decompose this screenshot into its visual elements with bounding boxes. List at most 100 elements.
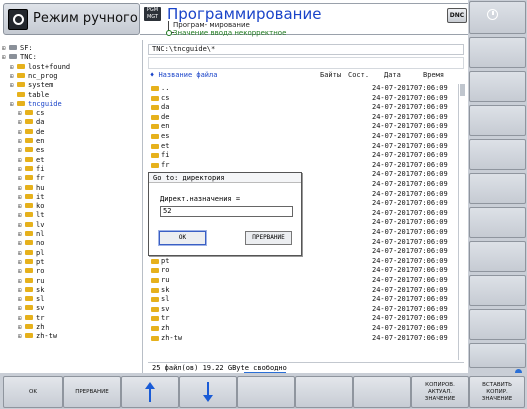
- expand-icon[interactable]: ⊞: [18, 109, 25, 118]
- expand-icon[interactable]: ⊞: [18, 128, 25, 137]
- tree-item[interactable]: ⊞ ru: [18, 277, 44, 286]
- file-row[interactable]: ro 24-07-2017 07:06:09: [148, 266, 458, 275]
- tree-item[interactable]: ⊞ da: [18, 118, 44, 127]
- column-date[interactable]: Дата: [384, 70, 401, 81]
- copy-actual-value-softkey[interactable]: КОПИРОВ. АКТУАЛ. ЗНАЧЕНИЕ: [411, 376, 469, 408]
- tree-item[interactable]: ⊞ lt: [18, 211, 44, 220]
- vertical-softkey-7[interactable]: [469, 241, 526, 272]
- mode-tab-manual[interactable]: Режим ручного упра...: [3, 3, 140, 35]
- file-row[interactable]: .. 24-07-2017 07:06:09: [148, 84, 458, 93]
- expand-icon[interactable]: ⊞: [10, 63, 17, 72]
- tree-item[interactable]: ⊞ it: [18, 193, 44, 202]
- tree-item[interactable]: ⊞ no: [18, 239, 44, 248]
- vertical-softkey-9[interactable]: [469, 309, 526, 340]
- file-row[interactable]: de 24-07-2017 07:06:09: [148, 113, 458, 122]
- expand-icon[interactable]: ⊞: [10, 100, 17, 109]
- tree-item[interactable]: ⊞ sl: [18, 295, 44, 304]
- clock-softkey[interactable]: [469, 1, 526, 34]
- file-row[interactable]: zh-tw 24-07-2017 07:06:09: [148, 334, 458, 343]
- tree-item[interactable]: ⊞ sv: [18, 304, 44, 313]
- expand-icon[interactable]: ⊞: [2, 53, 9, 62]
- tree-item[interactable]: ⊞ es: [18, 146, 44, 155]
- tree-item[interactable]: ⊞ sk: [18, 286, 44, 295]
- expand-icon[interactable]: ⊞: [18, 146, 25, 155]
- expand-icon[interactable]: ⊞: [18, 230, 25, 239]
- vertical-softkey-8[interactable]: [469, 275, 526, 306]
- tree-item[interactable]: ⊞ ko: [18, 202, 44, 211]
- file-row[interactable]: et 24-07-2017 07:06:09: [148, 142, 458, 151]
- tree-item[interactable]: ⊞ cs: [18, 109, 44, 118]
- expand-icon[interactable]: ⊞: [18, 249, 25, 258]
- tree-item[interactable]: ⊞ tr: [18, 314, 44, 323]
- tree-item[interactable]: ⊞ fr: [18, 174, 44, 183]
- file-row[interactable]: da 24-07-2017 07:06:09: [148, 103, 458, 112]
- tree-item[interactable]: ⊞ tncguide: [10, 100, 62, 109]
- expand-icon[interactable]: ⊞: [18, 202, 25, 211]
- scrollbar-thumb[interactable]: [460, 84, 465, 96]
- file-row[interactable]: en 24-07-2017 07:06:09: [148, 122, 458, 131]
- dialog-ok-button[interactable]: OK: [158, 230, 207, 246]
- expand-icon[interactable]: ⊞: [18, 211, 25, 220]
- file-row[interactable]: tr 24-07-2017 07:06:09: [148, 314, 458, 323]
- expand-icon[interactable]: ⊞: [18, 323, 25, 332]
- vertical-softkey-10[interactable]: [469, 343, 526, 368]
- expand-icon[interactable]: ⊞: [18, 221, 25, 230]
- tree-item[interactable]: ⊞ zh: [18, 323, 44, 332]
- expand-icon[interactable]: ⊞: [18, 137, 25, 146]
- tree-item[interactable]: ⊞ TNC:: [2, 53, 37, 62]
- column-bytes[interactable]: Байты: [320, 70, 341, 81]
- page-down-softkey[interactable]: [179, 376, 237, 408]
- vertical-softkey-6[interactable]: [469, 207, 526, 238]
- expand-icon[interactable]: ⊞: [18, 239, 25, 248]
- expand-icon[interactable]: ⊞: [18, 332, 25, 341]
- tree-item[interactable]: ⊞ lost+found: [10, 63, 70, 72]
- file-row[interactable]: pt 24-07-2017 07:06:09: [148, 257, 458, 266]
- tree-item[interactable]: ⊞ pt: [18, 258, 44, 267]
- tree-item[interactable]: table: [10, 91, 49, 100]
- tree-item[interactable]: ⊞ hu: [18, 184, 44, 193]
- file-row[interactable]: sk 24-07-2017 07:06:09: [148, 286, 458, 295]
- dnc-button[interactable]: DNC: [447, 8, 467, 23]
- target-dir-input[interactable]: 52: [160, 206, 293, 217]
- cancel-softkey[interactable]: ПРЕРВАНИЕ: [63, 376, 121, 408]
- tree-item[interactable]: ⊞ ro: [18, 267, 44, 276]
- file-row[interactable]: cs 24-07-2017 07:06:09: [148, 94, 458, 103]
- expand-icon[interactable]: ⊞: [18, 193, 25, 202]
- column-status[interactable]: Сост.: [348, 70, 369, 81]
- expand-icon[interactable]: ⊞: [18, 314, 25, 323]
- expand-icon[interactable]: ⊞: [18, 295, 25, 304]
- tree-item[interactable]: ⊞ nl: [18, 230, 44, 239]
- expand-icon[interactable]: ⊞: [10, 81, 17, 90]
- page-up-softkey[interactable]: [121, 376, 179, 408]
- file-row[interactable]: es 24-07-2017 07:06:09: [148, 132, 458, 141]
- paste-value-softkey[interactable]: ВСТАВИТЬ КОПИР. ЗНАЧЕНИЕ: [469, 376, 525, 408]
- expand-icon[interactable]: ⊞: [10, 72, 17, 81]
- softkey-5[interactable]: [237, 376, 295, 408]
- file-row[interactable]: ru 24-07-2017 07:06:09: [148, 276, 458, 285]
- ok-softkey[interactable]: OK: [3, 376, 63, 408]
- tree-item[interactable]: ⊞ lv: [18, 221, 44, 230]
- tree-item[interactable]: ⊞ zh-tw: [18, 332, 57, 341]
- expand-icon[interactable]: ⊞: [18, 304, 25, 313]
- expand-icon[interactable]: ⊞: [18, 118, 25, 127]
- directory-tree[interactable]: ⊞ SF: ⊞ TNC: ⊞ lost+found ⊞ nc_prog ⊞ system table…: [0, 40, 143, 373]
- tree-item[interactable]: ⊞ de: [18, 128, 44, 137]
- expand-icon[interactable]: ⊞: [18, 286, 25, 295]
- file-row[interactable]: zh 24-07-2017 07:06:09: [148, 324, 458, 333]
- tree-item[interactable]: ⊞ SF:: [2, 44, 33, 53]
- tree-item[interactable]: ⊞ en: [18, 137, 44, 146]
- vertical-softkey-2[interactable]: [469, 71, 526, 102]
- expand-icon[interactable]: ⊞: [18, 267, 25, 276]
- expand-icon[interactable]: ⊞: [18, 165, 25, 174]
- column-time[interactable]: Время: [423, 70, 444, 81]
- tree-item[interactable]: ⊞ fi: [18, 165, 44, 174]
- vertical-softkey-3[interactable]: [469, 105, 526, 136]
- softkey-6[interactable]: [295, 376, 353, 408]
- expand-icon[interactable]: ⊞: [18, 184, 25, 193]
- file-row[interactable]: sl 24-07-2017 07:06:09: [148, 295, 458, 304]
- expand-icon[interactable]: ⊞: [18, 258, 25, 267]
- expand-icon[interactable]: ⊞: [18, 156, 25, 165]
- file-row[interactable]: sv 24-07-2017 07:06:09: [148, 305, 458, 314]
- expand-icon[interactable]: ⊞: [18, 277, 25, 286]
- vertical-softkey-1[interactable]: [469, 37, 526, 68]
